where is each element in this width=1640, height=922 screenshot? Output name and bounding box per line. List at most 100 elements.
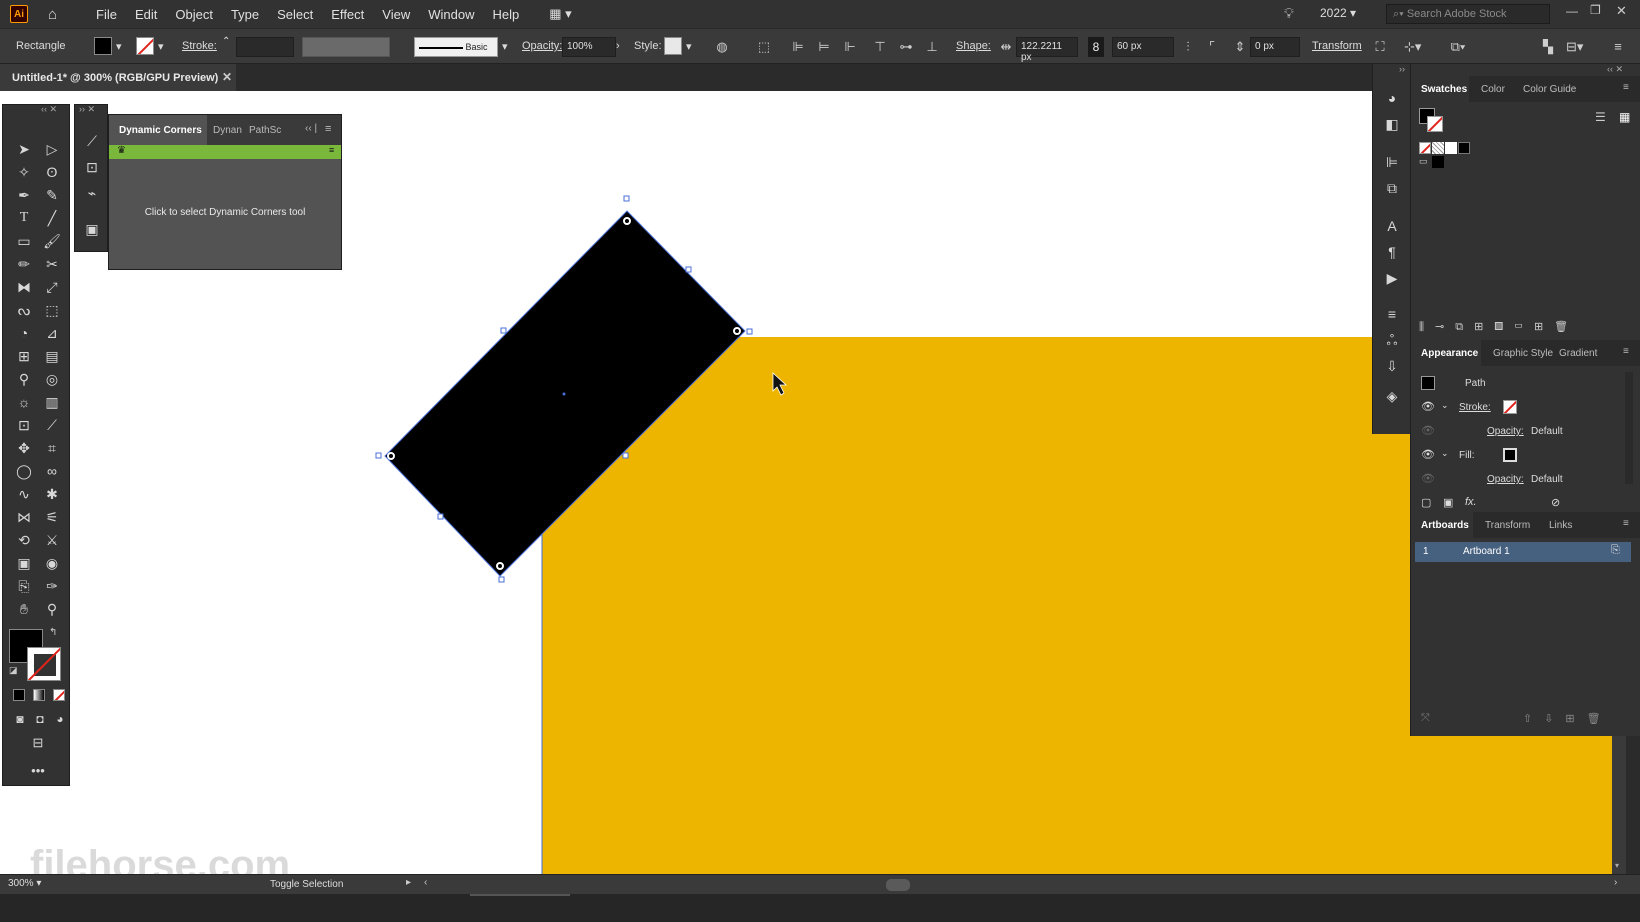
- swatch-registration[interactable]: [1432, 142, 1444, 154]
- lasso-tool-icon[interactable]: ʘ: [41, 162, 63, 182]
- pencil-tool-icon[interactable]: ✏: [13, 254, 35, 274]
- bounding-box-handle[interactable]: [746, 328, 753, 335]
- stepper-icon[interactable]: ⌃: [222, 36, 230, 47]
- corner-type-icon[interactable]: ⌜: [1204, 39, 1220, 55]
- symbols-panel-icon[interactable]: ஃ: [1381, 330, 1403, 350]
- scissors-tool-icon[interactable]: ✂: [41, 254, 63, 274]
- blend-tool-icon[interactable]: ◎: [41, 369, 63, 389]
- tab-color[interactable]: Color: [1481, 84, 1505, 95]
- clear-appearance-icon[interactable]: ⊘: [1551, 496, 1560, 509]
- perspective-grid-tool-icon[interactable]: ⊿: [41, 323, 63, 343]
- tab-artboards[interactable]: Artboards: [1421, 520, 1469, 531]
- home-icon[interactable]: ⌂: [48, 6, 66, 23]
- zoom-field[interactable]: 300% ▾: [8, 878, 41, 889]
- bounding-box-handle[interactable]: [498, 576, 505, 583]
- menu-file[interactable]: File: [96, 7, 117, 22]
- rectangle-tool-icon[interactable]: ▭: [13, 231, 35, 251]
- dynamic-pen-icon[interactable]: ⌁: [81, 183, 103, 203]
- stepper-icon[interactable]: ⇕: [1232, 39, 1248, 55]
- eyedropper-alt-tool-icon[interactable]: ✑: [41, 576, 63, 596]
- swatch-none[interactable]: [1419, 142, 1431, 154]
- pen-tool-icon[interactable]: ✒: [13, 185, 35, 205]
- height-field[interactable]: 60 px: [1112, 37, 1174, 57]
- glasses-tool-icon[interactable]: ∞: [41, 461, 63, 481]
- default-colors-icon[interactable]: ◪: [9, 665, 18, 676]
- layers-panel-icon[interactable]: ◈: [1381, 386, 1403, 406]
- paragraph-panel-icon[interactable]: ¶: [1381, 242, 1403, 262]
- color-mode-icon[interactable]: [13, 689, 25, 701]
- tab-dynamic-corners[interactable]: Dynamic Corners: [119, 125, 202, 136]
- chevron-down-icon[interactable]: ▾: [502, 40, 508, 53]
- ellipse-tool-icon[interactable]: ◯: [13, 461, 35, 481]
- minimize-icon[interactable]: —: [1566, 4, 1578, 18]
- stroke-label[interactable]: Stroke:: [182, 40, 217, 52]
- character-panel-icon[interactable]: A: [1381, 216, 1403, 236]
- color-panel-icon[interactable]: ◕: [1381, 88, 1403, 108]
- appearance-fill-row[interactable]: 👁︎ ⌄ Fill:: [1411, 444, 1623, 466]
- visibility-eye-icon[interactable]: 👁︎: [1421, 424, 1435, 437]
- lightbulb-icon[interactable]: 💡︎: [1284, 5, 1294, 22]
- artboard-list-item[interactable]: 1 Artboard 1 ⎘: [1415, 542, 1631, 562]
- stroke-swatch[interactable]: [27, 647, 61, 681]
- recolor-artwork-icon[interactable]: ◍: [714, 39, 730, 55]
- panel-menu-icon[interactable]: ≡: [329, 145, 334, 155]
- scroll-left-icon[interactable]: ‹: [424, 877, 427, 888]
- panel-menu-icon[interactable]: ≡: [1623, 346, 1629, 357]
- width-field[interactable]: 122.2211 px: [1016, 37, 1078, 63]
- gradient-tool-icon[interactable]: ▤: [41, 346, 63, 366]
- folder-icon[interactable]: ▭: [1419, 156, 1428, 167]
- status-hint[interactable]: Toggle Selection: [270, 879, 343, 890]
- bounding-box-handle[interactable]: [375, 452, 382, 459]
- gradient-mode-icon[interactable]: [33, 689, 45, 701]
- dynamic-corners-tool-icon[interactable]: ⟋: [81, 131, 103, 151]
- expand-icon[interactable]: ››: [1399, 64, 1405, 74]
- shape-builder-tool-icon[interactable]: ◔: [13, 323, 35, 343]
- line-tool-icon[interactable]: ╱: [41, 208, 63, 228]
- color-guide-panel-icon[interactable]: ◧: [1381, 114, 1403, 134]
- selection-tool-icon[interactable]: ➤: [13, 139, 35, 159]
- tab-pathscribe[interactable]: PathSc: [249, 125, 281, 136]
- version-dropdown[interactable]: 2022 ▾: [1320, 6, 1356, 20]
- scale-tool-icon[interactable]: ⤢: [41, 277, 63, 297]
- stroke-weight-field[interactable]: [236, 37, 294, 57]
- rotate-tool-icon[interactable]: ⟲: [13, 530, 35, 550]
- arrange-documents-icon[interactable]: ▚: [1540, 39, 1556, 55]
- scroll-right-icon[interactable]: ›: [1614, 877, 1617, 888]
- artboard-tool-icon[interactable]: ⊡: [13, 415, 35, 435]
- align-bottom-icon[interactable]: ⊥: [924, 39, 940, 55]
- swap-icon[interactable]: ↰: [49, 627, 57, 638]
- star-burst-tool-icon[interactable]: ✱: [41, 484, 63, 504]
- free-transform-tool-icon[interactable]: ⬚: [41, 300, 63, 320]
- crown-icon[interactable]: ♛: [117, 145, 126, 156]
- tab-color-guide[interactable]: Color Guide: [1523, 84, 1576, 95]
- graphic-style-swatch[interactable]: [664, 37, 682, 55]
- panel-menu-icon[interactable]: ≡: [325, 123, 331, 135]
- magic-wand-tool-icon[interactable]: ✧: [13, 162, 35, 182]
- asset-export-panel-icon[interactable]: ⇩: [1381, 356, 1403, 376]
- align-panel-icon[interactable]: ⊫: [1381, 152, 1403, 172]
- rearrange-icon[interactable]: ⤧: [1421, 712, 1430, 725]
- visibility-eye-icon[interactable]: 👁︎: [1421, 400, 1435, 413]
- draw-inside-icon[interactable]: ◕: [49, 709, 71, 729]
- align-top-icon[interactable]: ⊤: [872, 39, 888, 55]
- grid-view-icon[interactable]: ▦: [1619, 110, 1630, 124]
- bounding-box-handle[interactable]: [437, 513, 444, 520]
- dynamic-corners-message[interactable]: Click to select Dynamic Corners tool: [109, 207, 341, 218]
- swatch-black-2[interactable]: [1432, 156, 1444, 168]
- transform-link[interactable]: Transform: [1312, 40, 1362, 52]
- fill-color-swatch[interactable]: [94, 37, 112, 55]
- align-center-icon[interactable]: ⊨: [816, 39, 832, 55]
- stroke-swatch-thumb[interactable]: [1503, 400, 1517, 414]
- bounding-box-handle[interactable]: [623, 195, 630, 202]
- swatch-white[interactable]: [1445, 142, 1457, 154]
- curvature-tool-icon[interactable]: ✎: [41, 185, 63, 205]
- dynamic-bounding-box-icon[interactable]: ⊡: [81, 157, 103, 177]
- zoom-tool-icon[interactable]: ⚲: [41, 599, 63, 619]
- stroke-color-swatch[interactable]: [136, 37, 154, 55]
- appearance-stroke-row[interactable]: 👁︎ ⌄ Stroke:: [1411, 396, 1623, 418]
- add-stroke-icon[interactable]: ▢: [1421, 496, 1431, 509]
- opacity-field[interactable]: 100%: [562, 37, 616, 57]
- bounding-box-handle[interactable]: [500, 327, 507, 334]
- panel-menu-icon[interactable]: ≡: [1623, 82, 1629, 93]
- reflect-tool-icon[interactable]: ⧓: [13, 277, 35, 297]
